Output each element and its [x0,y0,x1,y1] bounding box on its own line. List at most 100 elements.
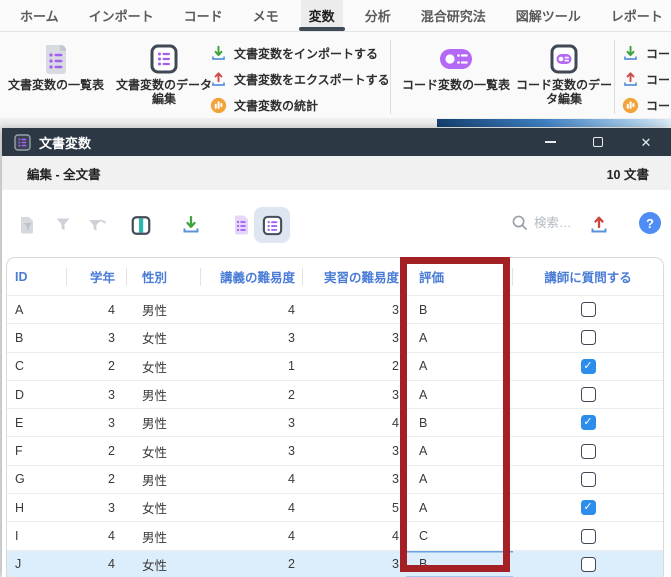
menu-item-0[interactable]: ホーム [12,0,67,31]
menu-item-6[interactable]: 混合研究法 [413,0,494,31]
cell-practice[interactable]: 3 [303,296,406,323]
close-button[interactable]: ✕ [629,128,663,156]
code-variable-edit-button[interactable]: コード変数のデータ編集 [516,40,612,106]
cell-eval[interactable]: B [406,551,513,577]
code-variable-import-button[interactable]: コード [622,40,671,66]
dialog-titlebar[interactable]: 文書変数 ✕ [2,128,671,156]
filter-icon[interactable] [52,214,74,236]
import-icon[interactable] [180,214,202,236]
cell-grade[interactable]: 3 [67,381,127,408]
cell-grade[interactable]: 3 [67,494,127,521]
column-header-ask-lecturer[interactable]: 講師に質問する [513,267,663,286]
table-row[interactable]: B3女性33A [7,323,663,351]
cell-ask[interactable] [513,494,663,521]
cell-grade[interactable]: 4 [67,551,127,577]
help-icon[interactable]: ? [639,212,661,234]
checkbox-checked[interactable] [581,359,596,374]
cell-ask[interactable] [513,381,663,408]
table-row[interactable]: I4男性44C [7,521,663,549]
cell-gender[interactable]: 女性 [127,494,201,521]
cell-eval[interactable]: B [406,409,513,436]
cell-practice[interactable]: 3 [303,437,406,464]
cell-lecture[interactable]: 3 [201,324,303,351]
cell-id[interactable]: H [7,494,67,521]
table-row[interactable]: F2女性33A [7,436,663,464]
doc-variable-stats-button[interactable]: 文書変数の統計 [210,92,390,118]
checkbox-checked[interactable] [581,415,596,430]
maximize-button[interactable] [581,128,615,156]
minimize-button[interactable] [533,128,567,156]
export-icon[interactable] [588,214,610,236]
menu-item-4[interactable]: 変数 [301,0,343,31]
table-row[interactable]: H3女性45A [7,493,663,521]
menu-item-7[interactable]: 図解ツール [508,0,589,31]
columns-icon[interactable] [130,214,152,236]
cell-eval[interactable]: C [406,522,513,549]
cell-gender[interactable]: 男性 [127,381,201,408]
table-row[interactable]: A4男性43B [7,295,663,323]
checkbox-unchecked[interactable] [581,302,596,317]
cell-gender[interactable]: 女性 [127,551,201,577]
column-header-id[interactable]: ID [7,270,67,284]
menu-item-3[interactable]: メモ [245,0,287,31]
cell-id[interactable]: J [7,551,67,577]
table-row[interactable]: E3男性34B [7,408,663,436]
cell-grade[interactable]: 2 [67,466,127,493]
cell-practice[interactable]: 4 [303,409,406,436]
doc-variable-list-button[interactable]: 文書変数の一覧表 [4,40,108,92]
cell-id[interactable]: D [7,381,67,408]
cell-practice[interactable]: 3 [303,381,406,408]
menu-item-1[interactable]: インポート [81,0,162,31]
menu-item-8[interactable]: レポート [603,0,671,31]
menu-item-5[interactable]: 分析 [357,0,399,31]
cell-id[interactable]: I [7,522,67,549]
cell-lecture[interactable]: 2 [201,551,303,577]
cell-grade[interactable]: 2 [67,353,127,380]
checkbox-unchecked[interactable] [581,472,596,487]
cell-id[interactable]: E [7,409,67,436]
cell-lecture[interactable]: 3 [201,437,303,464]
code-variable-stats-button[interactable]: コード [622,92,671,118]
doc-variable-edit-button[interactable]: 文書変数のデータ編集 [112,40,216,106]
filter-document-icon[interactable] [16,214,38,236]
cell-lecture[interactable]: 2 [201,381,303,408]
cell-practice[interactable]: 3 [303,324,406,351]
cell-grade[interactable]: 4 [67,296,127,323]
cell-grade[interactable]: 2 [67,437,127,464]
cell-lecture[interactable]: 1 [201,353,303,380]
code-variable-export-button[interactable]: コード [622,66,671,92]
cell-gender[interactable]: 男性 [127,466,201,493]
column-header-practice-difficulty[interactable]: 実習の難易度 [303,267,406,286]
cell-grade[interactable]: 4 [67,522,127,549]
list-view-selected-chip[interactable] [254,207,290,243]
checkbox-unchecked[interactable] [581,387,596,402]
cell-id[interactable]: G [7,466,67,493]
cell-practice[interactable]: 3 [303,551,406,577]
doc-variable-export-button[interactable]: 文書変数をエクスポートする [210,66,390,92]
cell-grade[interactable]: 3 [67,409,127,436]
cell-lecture[interactable]: 4 [201,466,303,493]
cell-ask[interactable] [513,296,663,323]
cell-eval[interactable]: A [406,494,513,521]
cell-gender[interactable]: 男性 [127,522,201,549]
cell-grade[interactable]: 3 [67,324,127,351]
checkbox-unchecked[interactable] [581,529,596,544]
table-row[interactable]: D3男性23A [7,380,663,408]
cell-gender[interactable]: 女性 [127,324,201,351]
cell-ask[interactable] [513,353,663,380]
cell-id[interactable]: A [7,296,67,323]
cell-eval[interactable]: A [406,466,513,493]
cell-eval[interactable]: B [406,296,513,323]
checkbox-unchecked[interactable] [581,557,596,572]
checkbox-unchecked[interactable] [581,444,596,459]
cell-id[interactable]: F [7,437,67,464]
cell-eval[interactable]: A [406,437,513,464]
cell-id[interactable]: C [7,353,67,380]
cell-gender[interactable]: 女性 [127,353,201,380]
cell-practice[interactable]: 2 [303,353,406,380]
column-header-gender[interactable]: 性別 [127,267,201,286]
checkbox-unchecked[interactable] [581,330,596,345]
search-input[interactable] [534,216,586,230]
cell-ask[interactable] [513,551,663,577]
cell-gender[interactable]: 男性 [127,296,201,323]
